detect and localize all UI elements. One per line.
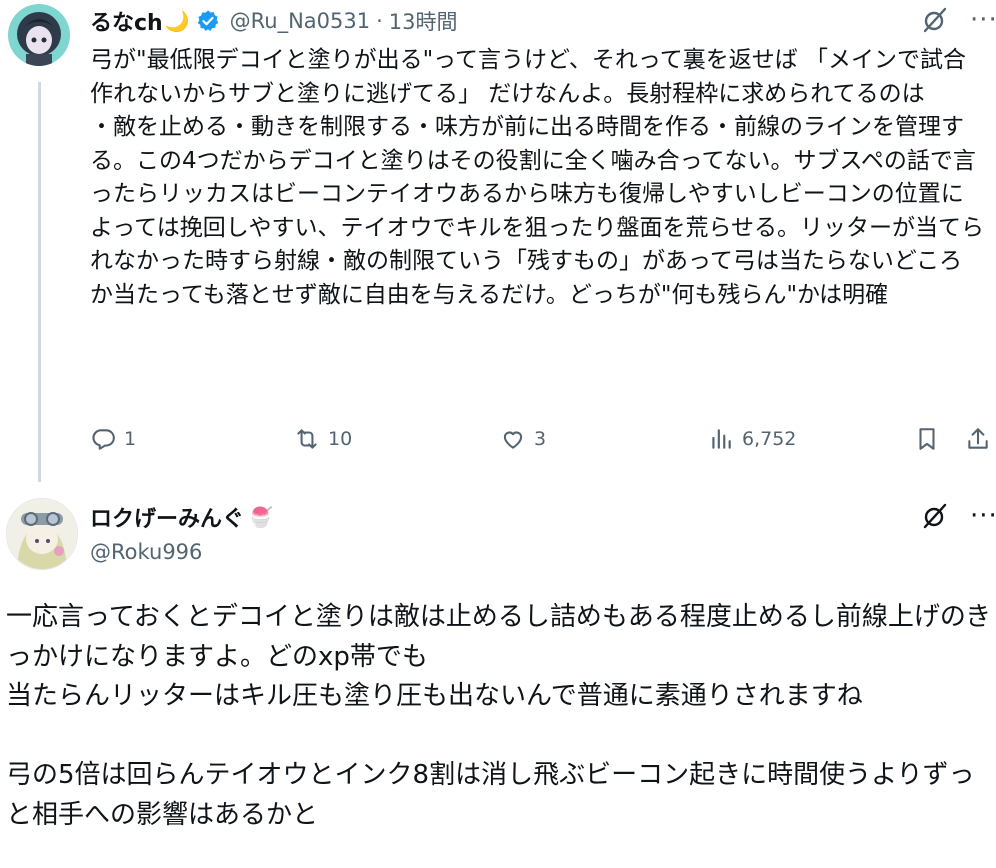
tweet1-menu: ···: [920, 6, 996, 34]
tweet2-handle-row: @Roku996: [90, 537, 202, 567]
tweet1-header: るなch 🌙 @Ru_Na0531 · 13時間: [90, 4, 458, 38]
bookmark-icon: [914, 426, 940, 452]
more-icon[interactable]: ···: [970, 7, 996, 33]
grok-icon[interactable]: [920, 6, 948, 34]
tweet2-menu: ···: [920, 502, 996, 530]
reply-icon: [90, 426, 116, 452]
tweet2-display-name[interactable]: ロクげーみんぐ: [90, 501, 244, 533]
separator-dot: ·: [376, 9, 383, 33]
like-icon: [500, 426, 526, 452]
like-count: 3: [534, 428, 547, 450]
tweet2-handle[interactable]: @Roku996: [90, 540, 202, 564]
tweet1-action-bar: 1 10 3 6,752: [90, 420, 996, 460]
tweet1-timestamp[interactable]: 13時間: [389, 6, 458, 36]
reply-count: 1: [124, 428, 137, 450]
like-button[interactable]: 3: [500, 426, 546, 452]
tweet1-handle[interactable]: @Ru_Na0531: [230, 9, 370, 33]
verified-badge-icon: [196, 9, 220, 33]
avatar-runach[interactable]: [8, 4, 70, 66]
thread-line: [38, 82, 41, 482]
tweet2-text: 一応言っておくとデコイと塗りは敵は止めるし詰めもある程度止めるし前線上げのきっか…: [6, 602, 992, 830]
views-icon: [708, 426, 734, 452]
repost-icon: [294, 426, 320, 452]
repost-count: 10: [328, 428, 353, 450]
tweet1-display-name[interactable]: るなch: [90, 5, 163, 37]
bookmark-button[interactable]: [914, 426, 940, 452]
grok-icon[interactable]: [920, 502, 948, 530]
repost-button[interactable]: 10: [294, 426, 352, 452]
reply-button[interactable]: 1: [90, 426, 136, 452]
share-button[interactable]: [965, 426, 991, 452]
avatar-roku[interactable]: [6, 498, 78, 570]
tweet2-name-row: ロクげーみんぐ 🍧: [90, 500, 273, 534]
views-count: 6,752: [742, 428, 797, 450]
tweet1-text: 弓が"最低限デコイと塗りが出る"って言うけど、それって裏を返せば 「メインで試合…: [90, 47, 985, 308]
views-button[interactable]: 6,752: [708, 426, 796, 452]
moon-emoji: 🌙: [164, 9, 190, 33]
more-icon[interactable]: ···: [970, 503, 996, 529]
share-icon: [965, 426, 991, 452]
shaved-ice-emoji: 🍧: [248, 505, 273, 529]
